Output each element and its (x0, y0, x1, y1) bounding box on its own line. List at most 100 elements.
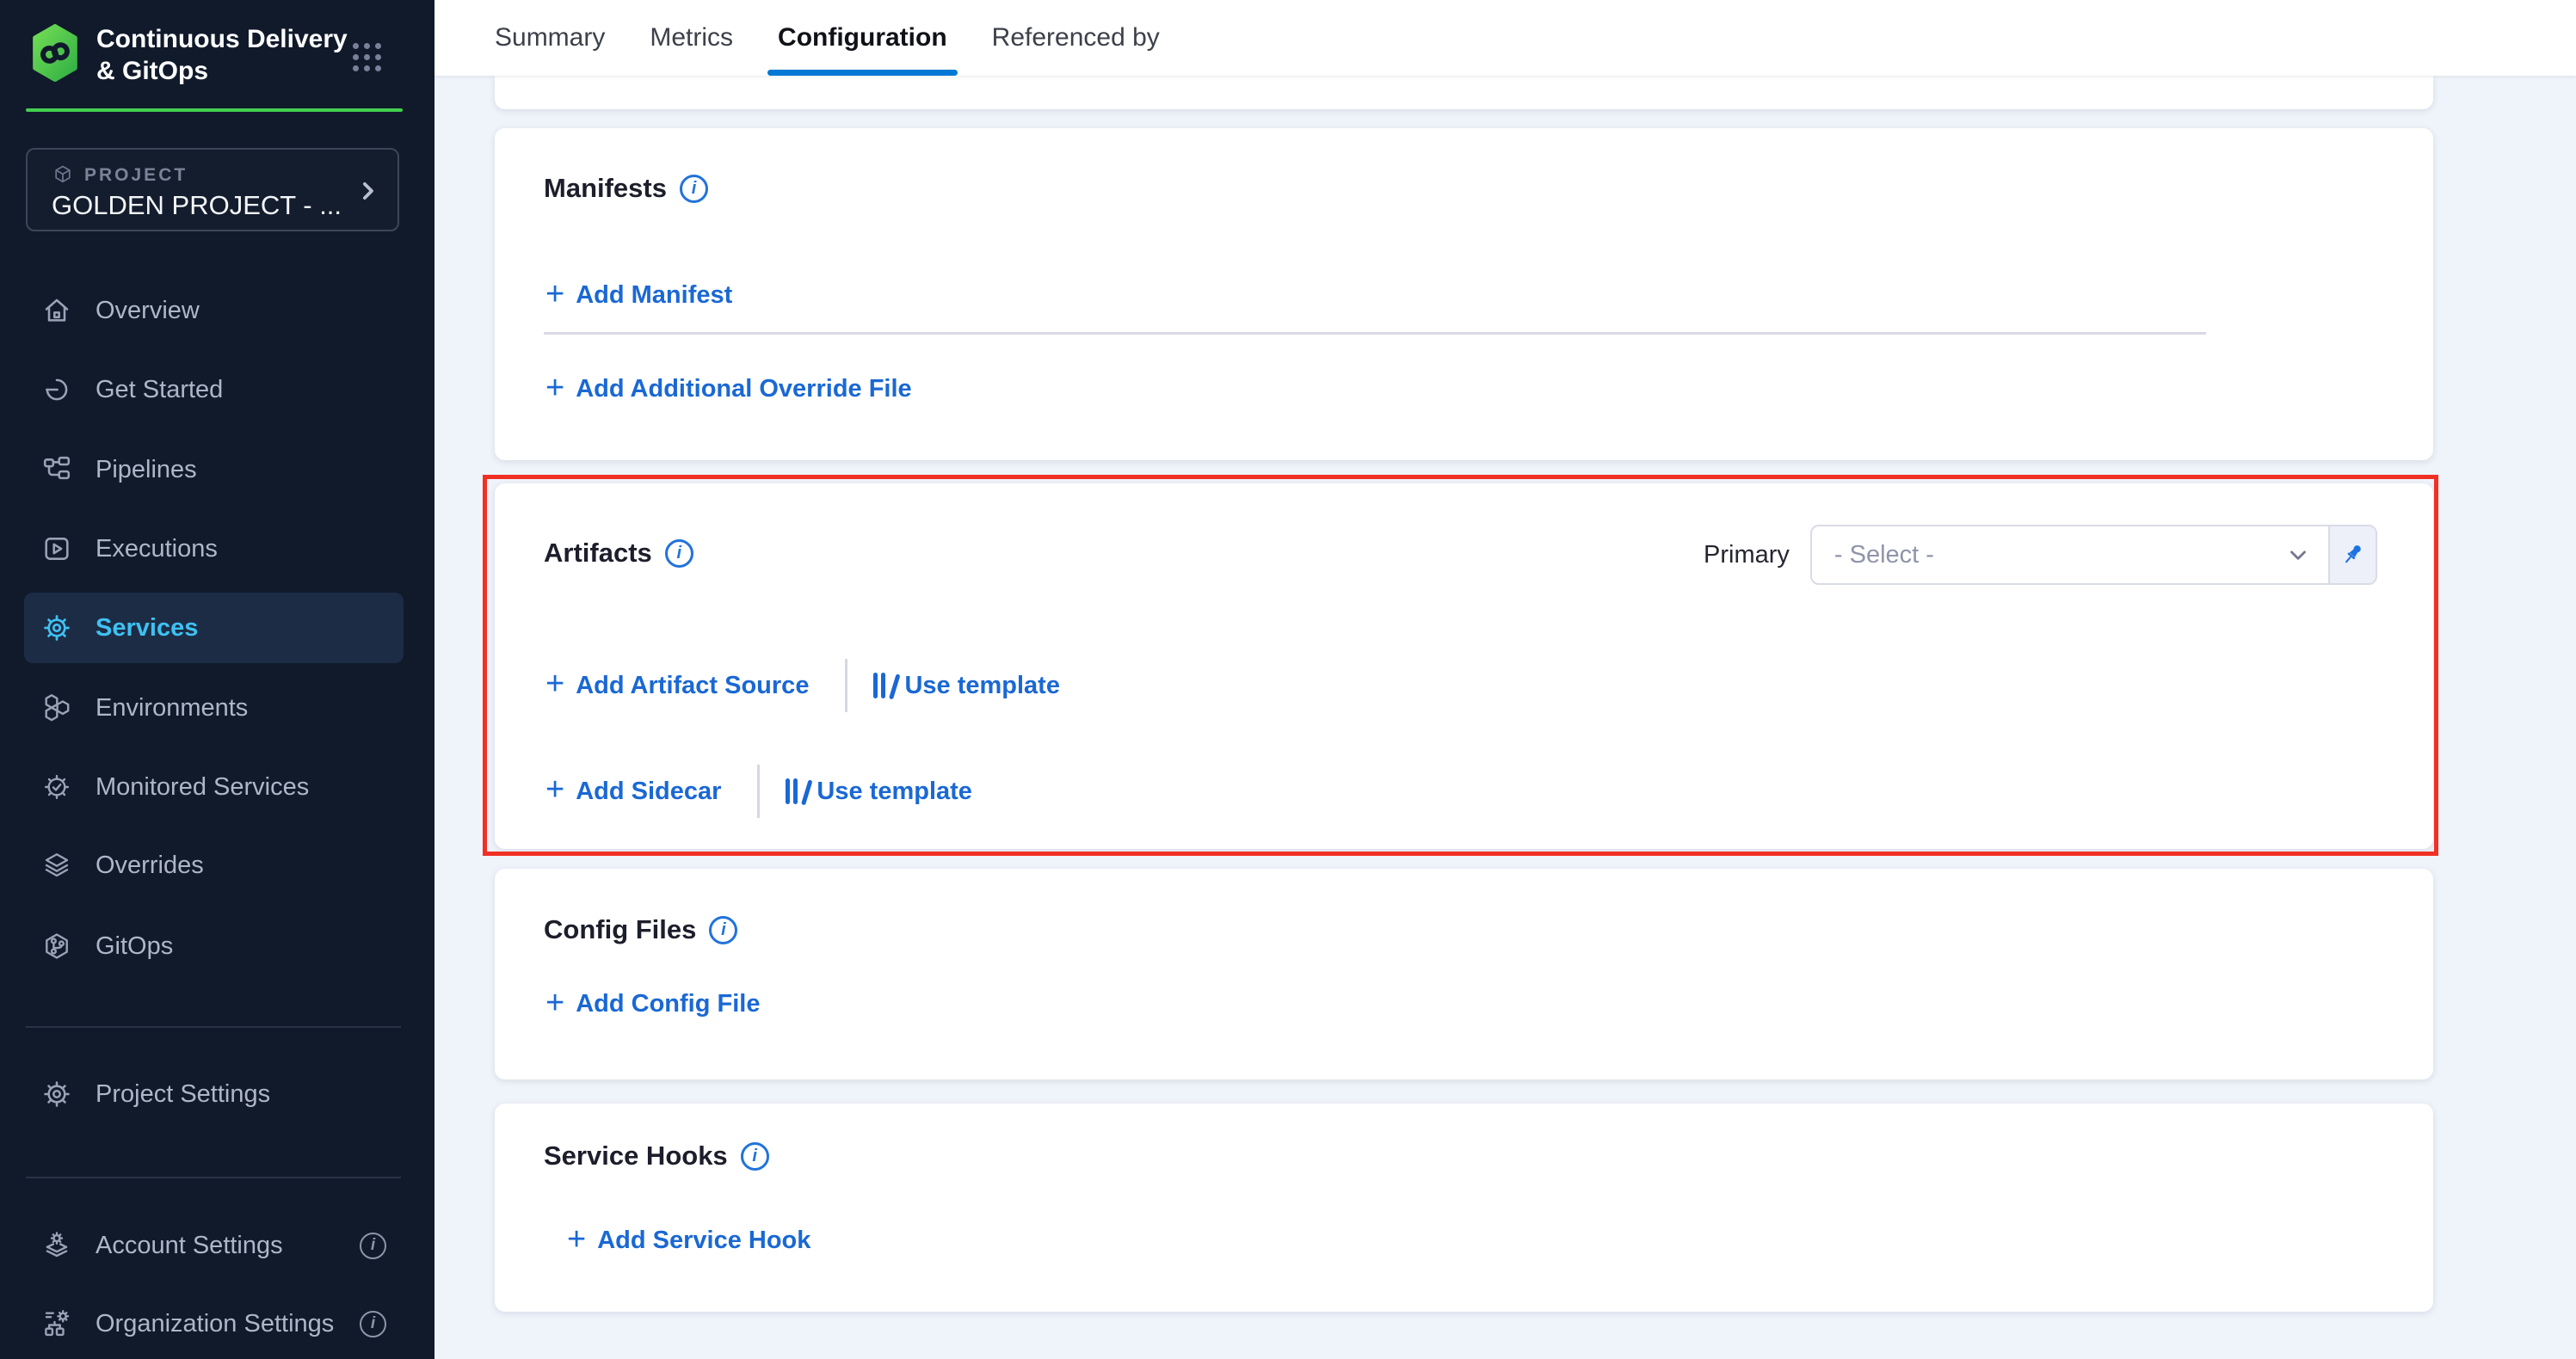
module-accent-line (26, 108, 403, 112)
sidecar-row: + Add Sidecar Use template (545, 765, 972, 818)
config-files-section: Config Files i + Add Config File (495, 869, 2433, 1079)
sidebar-item-get-started[interactable]: Get Started (0, 350, 434, 429)
project-label: PROJECT (84, 165, 188, 186)
scrolled-card-remnant (495, 76, 2433, 109)
add-additional-override-file-button[interactable]: + Add Additional Override File (545, 375, 912, 403)
module-switcher-grid-icon[interactable] (353, 43, 381, 71)
app-window: Continuous Delivery & GitOps PROJECT GOL… (0, 0, 2576, 1359)
sidebar-item-project-settings[interactable]: Project Settings (0, 1055, 434, 1134)
add-sidecar-button[interactable]: + Add Sidecar (545, 778, 721, 806)
sidebar-item-label: Overview (96, 297, 200, 325)
add-manifest-label: Add Manifest (576, 281, 732, 310)
info-icon[interactable]: i (680, 175, 708, 203)
add-override-label: Add Additional Override File (576, 375, 911, 403)
services-gear-icon (41, 612, 72, 643)
info-icon[interactable]: i (665, 539, 693, 568)
account-settings-icon (41, 1230, 72, 1261)
add-service-hook-button[interactable]: + Add Service Hook (567, 1227, 810, 1255)
info-icon[interactable]: i (709, 916, 737, 944)
vertical-divider (845, 659, 847, 712)
tab-referenced-by[interactable]: Referenced by (992, 0, 1160, 76)
tab-summary[interactable]: Summary (495, 0, 605, 76)
info-icon[interactable]: i (360, 1311, 386, 1337)
module-title: Continuous Delivery & GitOps (96, 23, 348, 87)
sidebar-item-services[interactable]: Services (0, 588, 434, 667)
environments-icon (41, 692, 72, 723)
get-started-icon (41, 374, 72, 405)
info-icon[interactable]: i (741, 1142, 769, 1171)
template-icon (873, 673, 893, 698)
sidebar-item-label: Overrides (96, 852, 204, 880)
tab-configuration[interactable]: Configuration (778, 0, 947, 76)
manifests-title: Manifests i (544, 173, 708, 204)
sidebar-item-organization-settings[interactable]: Organization Settings i (0, 1284, 434, 1359)
plus-icon: + (567, 1227, 586, 1252)
manifests-section: Manifests i + Add Manifest + Add Additio… (495, 128, 2433, 460)
artifacts-title: Artifacts i (544, 538, 693, 569)
primary-artifact-select[interactable]: - Select - (1810, 525, 2377, 585)
page-tab-bar: Summary Metrics Configuration Referenced… (434, 0, 2576, 76)
sidebar-item-label: Services (96, 614, 198, 643)
add-config-file-button[interactable]: + Add Config File (545, 990, 760, 1018)
organization-settings-icon (41, 1308, 72, 1339)
sidebar-item-label: Organization Settings (96, 1310, 334, 1338)
sidebar: Continuous Delivery & GitOps PROJECT GOL… (0, 0, 434, 1359)
select-value-area[interactable]: - Select - (1812, 526, 2328, 583)
project-selector[interactable]: PROJECT GOLDEN PROJECT - ... (26, 148, 399, 231)
sidebar-item-label: Account Settings (96, 1232, 283, 1260)
sidebar-item-pipelines[interactable]: Pipelines (0, 430, 434, 509)
sidebar-item-environments[interactable]: Environments (0, 668, 434, 747)
template-icon (786, 778, 805, 804)
section-title-text: Artifacts (544, 538, 652, 569)
service-hooks-section: Service Hooks i + Add Service Hook (495, 1104, 2433, 1312)
chevron-down-icon (2285, 542, 2311, 568)
add-manifest-button[interactable]: + Add Manifest (545, 281, 732, 310)
executions-icon (41, 533, 72, 564)
add-sidecar-label: Add Sidecar (576, 778, 721, 806)
add-artifact-source-label: Add Artifact Source (576, 672, 809, 700)
sidebar-item-overview[interactable]: Overview (0, 271, 434, 350)
sidebar-item-label: Get Started (96, 376, 223, 404)
artifacts-section: Artifacts i Primary - Select - (495, 483, 2433, 849)
sidebar-item-label: Project Settings (96, 1080, 270, 1109)
add-service-hook-label: Add Service Hook (597, 1227, 810, 1255)
sidebar-item-account-settings[interactable]: Account Settings i (0, 1206, 434, 1285)
service-hooks-title: Service Hooks i (544, 1141, 769, 1171)
add-artifact-source-button[interactable]: + Add Artifact Source (545, 672, 809, 700)
cube-icon (52, 163, 74, 186)
sidebar-item-label: Monitored Services (96, 773, 309, 802)
harness-cd-logo-icon (28, 24, 82, 81)
pipelines-icon (41, 454, 72, 485)
artifact-source-row: + Add Artifact Source Use template (545, 659, 1060, 712)
use-template-button[interactable]: Use template (786, 778, 972, 806)
pin-icon (2338, 540, 2367, 569)
chevron-right-icon (354, 178, 380, 204)
overrides-layers-icon (41, 850, 72, 881)
project-name: GOLDEN PROJECT - ... (52, 190, 342, 221)
info-icon[interactable]: i (360, 1233, 386, 1259)
sidebar-item-gitops[interactable]: GitOps (0, 907, 434, 986)
sidebar-item-executions[interactable]: Executions (0, 509, 434, 588)
use-template-label: Use template (904, 672, 1060, 700)
gear-icon (41, 1079, 72, 1110)
sidebar-item-label: Environments (96, 694, 248, 723)
plus-icon: + (545, 777, 564, 802)
vertical-divider (757, 765, 760, 818)
tab-metrics[interactable]: Metrics (650, 0, 733, 76)
plus-icon: + (545, 990, 564, 1016)
sidebar-divider (26, 1026, 401, 1028)
plus-icon: + (545, 281, 564, 307)
use-template-button[interactable]: Use template (873, 672, 1060, 700)
sidebar-item-label: Executions (96, 535, 218, 563)
config-files-title: Config Files i (544, 914, 737, 945)
sidebar-item-monitored-services[interactable]: Monitored Services (0, 747, 434, 827)
sidebar-item-label: GitOps (96, 932, 173, 961)
primary-label: Primary (1704, 541, 1790, 569)
gitops-icon (41, 931, 72, 962)
manifests-divider (544, 332, 2206, 335)
section-title-text: Manifests (544, 173, 667, 204)
tabs: Summary Metrics Configuration Referenced… (495, 0, 2576, 76)
plus-icon: + (545, 375, 564, 401)
pin-button[interactable] (2328, 526, 2376, 583)
sidebar-item-overrides[interactable]: Overrides (0, 826, 434, 905)
